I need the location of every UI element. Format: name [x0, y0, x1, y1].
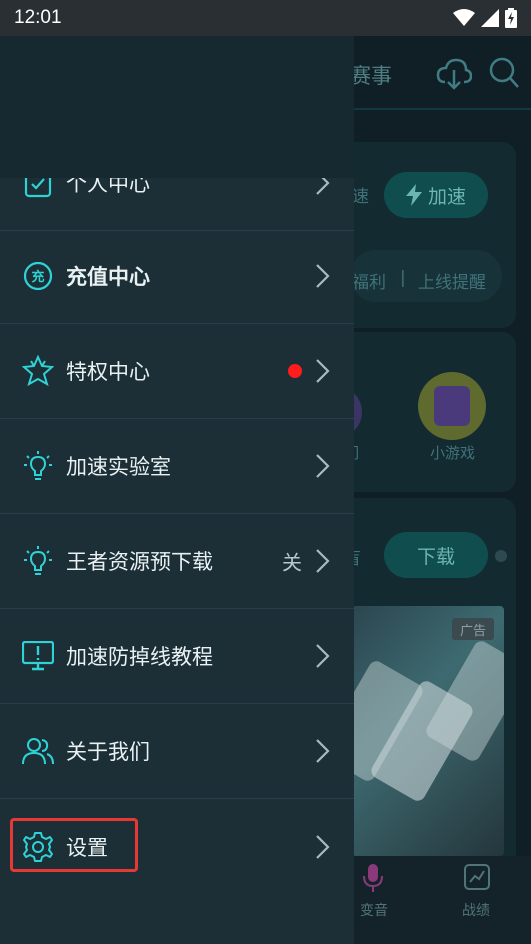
menu-item-recharge-center[interactable]: 充 充值中心 — [0, 229, 354, 324]
cloud-download-icon[interactable] — [436, 56, 472, 92]
status-time: 12:01 — [14, 7, 62, 28]
lightbulb-icon — [22, 545, 54, 577]
chevron-right-icon — [316, 644, 330, 668]
menu-label: 关于我们 — [66, 740, 150, 764]
nav-voice-change[interactable]: 变音 — [360, 900, 388, 920]
background-text-fragment: 速 — [352, 187, 369, 207]
nav-record[interactable]: 战绩 — [462, 900, 490, 920]
separator: | — [400, 268, 406, 288]
wifi-icon — [453, 9, 475, 26]
recharge-icon: 充 — [22, 260, 54, 292]
menu-item-about-us[interactable]: 关于我们 — [0, 704, 354, 799]
battery-charging-icon — [505, 8, 517, 28]
chevron-right-icon — [316, 549, 330, 573]
lightbulb-icon — [22, 450, 54, 482]
ad-badge: 广告 — [452, 618, 494, 640]
mini-game-label[interactable]: 小游戏 — [430, 442, 475, 463]
ad-image[interactable] — [352, 606, 504, 856]
menu-item-resource-predownload[interactable]: 王者资源预下载 关 — [0, 514, 354, 609]
menu-label: 王者资源预下载 — [66, 550, 213, 574]
menu-label: 充值中心 — [66, 265, 150, 289]
status-icons — [453, 8, 517, 28]
status-bar: 12:01 — [0, 0, 531, 36]
menu-label: 特权中心 — [66, 360, 150, 384]
svg-text:充: 充 — [31, 269, 44, 285]
download-button-label: 下载 — [416, 545, 455, 568]
settings-highlight-box — [10, 818, 138, 872]
search-icon[interactable] — [488, 56, 520, 90]
predownload-status: 关 — [282, 550, 302, 575]
more-icon[interactable] — [494, 542, 508, 570]
menu-item-anti-disconnect-tutorial[interactable]: 加速防掉线教程 — [0, 609, 354, 704]
chevron-right-icon — [316, 359, 330, 383]
side-drawer: 个人中心 充 充值中心 特权中心 加速实验室 王者资源预下载 关 加速防掉线教程… — [0, 36, 354, 944]
notification-dot — [288, 364, 302, 378]
accelerate-button-label: 加速 — [427, 185, 466, 208]
signal-icon — [481, 9, 499, 27]
welfare-link[interactable]: 福利 — [352, 268, 386, 293]
mini-game-icon[interactable] — [418, 372, 486, 440]
menu-label: 加速防掉线教程 — [66, 645, 213, 669]
lightning-icon — [405, 184, 422, 206]
chevron-right-icon — [316, 454, 330, 478]
chevron-right-icon — [316, 264, 330, 288]
tab-events[interactable]: 赛事 — [350, 60, 392, 90]
monitor-alert-icon — [22, 640, 54, 672]
microphone-icon[interactable] — [362, 864, 384, 894]
accelerate-button[interactable]: 加速 — [384, 172, 488, 218]
users-icon — [22, 735, 54, 767]
chevron-right-icon — [316, 739, 330, 763]
record-icon[interactable] — [464, 864, 490, 890]
chevron-right-icon — [316, 834, 330, 859]
menu-item-privilege-center[interactable]: 特权中心 — [0, 324, 354, 419]
online-reminder-link[interactable]: 上线提醒 — [418, 268, 486, 293]
star-badge-icon — [22, 355, 54, 387]
bottom-nav: 变音 战绩 — [354, 856, 531, 944]
download-button[interactable]: 下载 — [384, 532, 488, 578]
menu-label: 加速实验室 — [66, 455, 171, 479]
menu-item-accel-lab[interactable]: 加速实验室 — [0, 419, 354, 514]
drawer-header — [0, 36, 354, 178]
